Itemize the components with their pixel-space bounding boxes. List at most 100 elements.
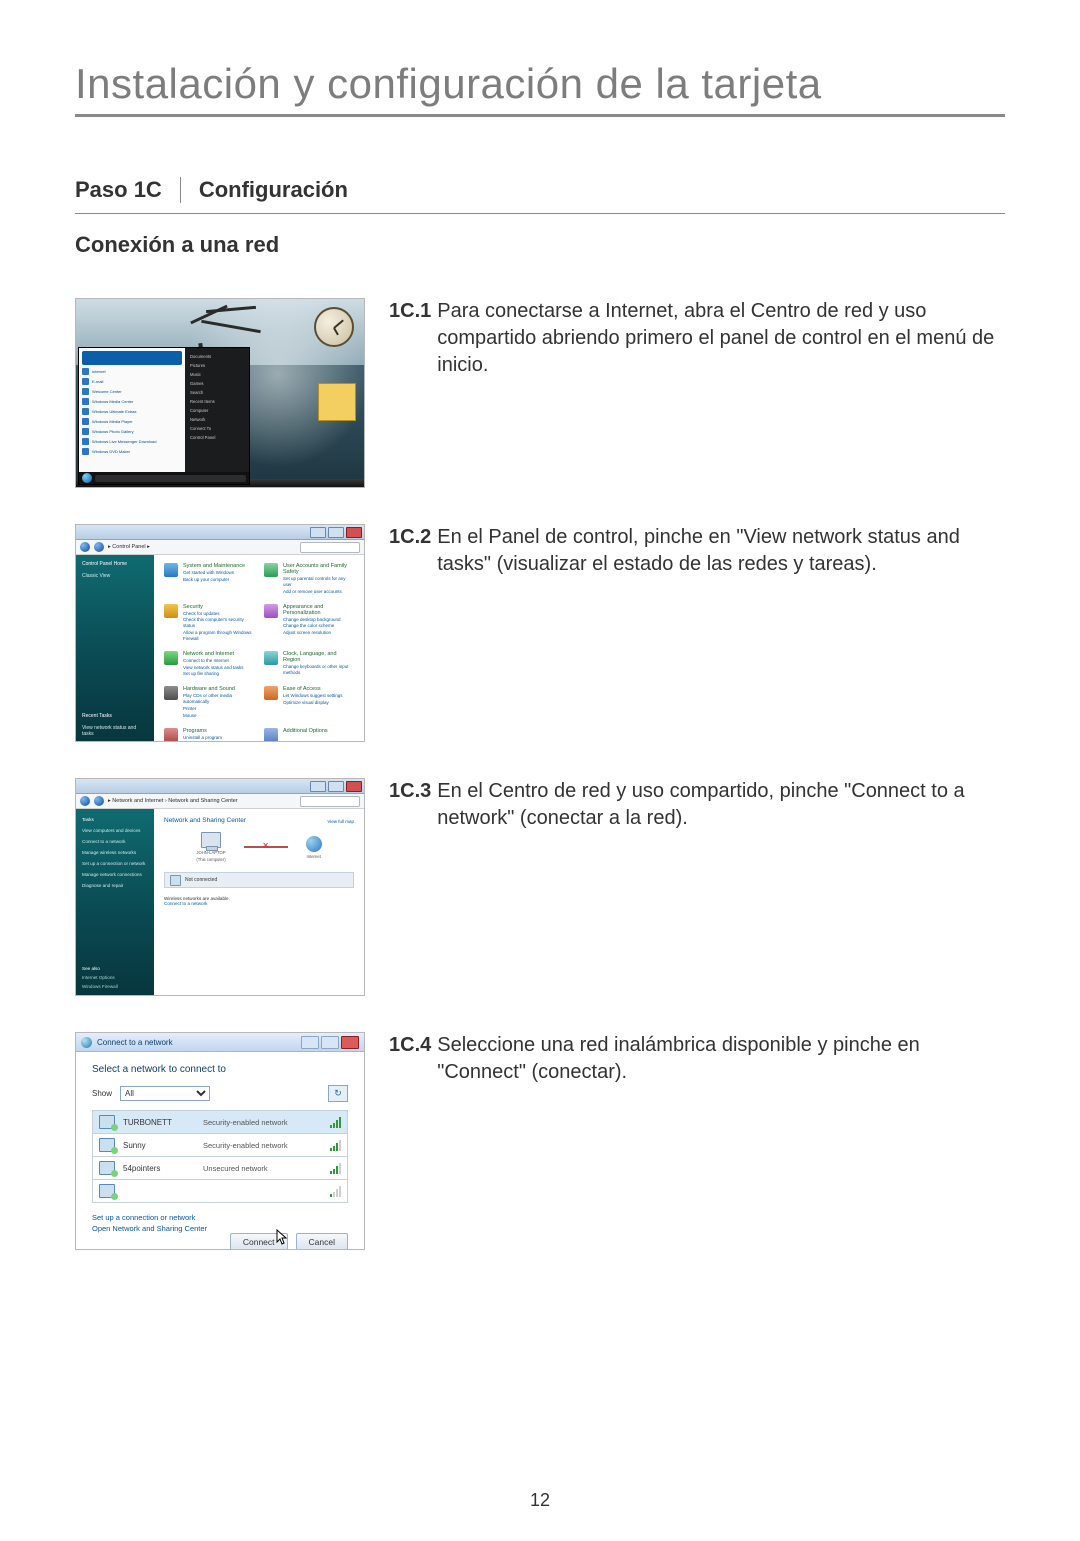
programs-icon: [164, 728, 178, 742]
instruction-number: 1C.4: [389, 1032, 431, 1086]
instruction-1c4: Connect to a network Select a network to…: [75, 1032, 1005, 1250]
close-button[interactable]: [346, 527, 362, 538]
instruction-number: 1C.2: [389, 524, 431, 578]
nsc-main: Network and Sharing Center View full map…: [154, 809, 364, 996]
sidebar-recent-tasks: Recent Tasks: [82, 713, 148, 719]
start-orb-icon: [82, 473, 92, 483]
breadcrumb[interactable]: ▸ Network and Internet › Network and Sha…: [108, 798, 238, 804]
forward-button[interactable]: [94, 542, 104, 552]
sidebar-item-setup-connection[interactable]: Set up a connection or network: [82, 861, 148, 866]
refresh-button[interactable]: ↻: [328, 1085, 348, 1102]
start-menu-bottom: [79, 472, 249, 484]
sidebar-item-windows-firewall[interactable]: Windows Firewall: [82, 984, 148, 989]
screenshot-control-panel: ▸ Control Panel ▸ Control Panel Home Cla…: [75, 524, 365, 742]
category-user-accounts[interactable]: User Accounts and Family SafetySet up pa…: [264, 563, 354, 595]
mouse-cursor-icon: [276, 1229, 286, 1243]
clock-icon: [264, 651, 278, 665]
forward-button[interactable]: [94, 796, 104, 806]
connect-to-network-link[interactable]: Connect to a network: [164, 901, 354, 906]
sidebar-item-classic-view[interactable]: Classic View: [82, 573, 148, 579]
back-button[interactable]: [80, 542, 90, 552]
breadcrumb[interactable]: ▸ Control Panel ▸: [108, 544, 150, 550]
category-hardware[interactable]: Hardware and SoundPlay CDs or other medi…: [164, 686, 254, 718]
screenshot-start-menu: Internet E-mail Welcome Center Windows M…: [75, 298, 365, 488]
instruction-number: 1C.1: [389, 298, 431, 379]
network-name: Sunny: [123, 1141, 195, 1150]
step-name: Configuración: [199, 177, 348, 203]
sidebar-item-internet-options[interactable]: Internet Options: [82, 975, 148, 980]
maximize-button[interactable]: [328, 527, 344, 538]
start-menu-user-header: [82, 351, 182, 365]
network-name: TURBONETT: [123, 1118, 195, 1127]
sidebar-item-view-computers[interactable]: View computers and devices: [82, 828, 148, 833]
network-icon: [99, 1115, 115, 1129]
back-button[interactable]: [80, 796, 90, 806]
open-nsc-link[interactable]: Open Network and Sharing Center: [92, 1224, 348, 1233]
maximize-button[interactable]: [321, 1036, 339, 1049]
network-item[interactable]: Sunny Security-enabled network: [93, 1134, 347, 1157]
close-button[interactable]: [346, 781, 362, 792]
step-label: Paso 1C: [75, 177, 162, 203]
nsc-sidebar: Tasks View computers and devices Connect…: [76, 809, 154, 996]
sidebar-item-manage-connections[interactable]: Manage network connections: [82, 872, 148, 877]
security-icon: [164, 604, 178, 618]
show-filter-select[interactable]: All: [120, 1086, 210, 1101]
category-additional[interactable]: Additional Options: [264, 728, 354, 742]
additional-options-icon: [264, 728, 278, 742]
control-panel-sidebar: Control Panel Home Classic View Recent T…: [76, 555, 154, 742]
network-item[interactable]: [93, 1180, 347, 1203]
sidebar-recent-item[interactable]: View network status and tasks: [82, 725, 148, 737]
sidebar-item-diagnose[interactable]: Diagnose and repair: [82, 883, 148, 888]
sidebar-item-home[interactable]: Control Panel Home: [82, 561, 148, 567]
window-title-bar: Connect to a network: [76, 1033, 364, 1052]
cancel-button[interactable]: Cancel: [296, 1233, 348, 1250]
instruction-1c1: Internet E-mail Welcome Center Windows M…: [75, 298, 1005, 488]
category-appearance[interactable]: Appearance and PersonalizationChange des…: [264, 604, 354, 642]
setup-connection-link[interactable]: Set up a connection or network: [92, 1213, 348, 1222]
ease-of-access-icon: [264, 686, 278, 700]
network-type: Security-enabled network: [203, 1141, 322, 1150]
maximize-button[interactable]: [328, 781, 344, 792]
sidebar-see-also: See also: [82, 966, 148, 971]
network-item[interactable]: 54pointers Unsecured network: [93, 1157, 347, 1180]
search-input[interactable]: [300, 542, 360, 553]
filter-row: Show All ↻: [92, 1085, 348, 1102]
address-bar: ▸ Network and Internet › Network and Sha…: [76, 794, 364, 809]
signal-strength-icon: [330, 1163, 341, 1174]
signal-strength-icon: [330, 1140, 341, 1151]
start-menu-right-pane: Documents Pictures Music Games Search Re…: [185, 348, 249, 484]
category-programs[interactable]: ProgramsUninstall a programChange startu…: [164, 728, 254, 742]
disconnected-icon: ✕: [262, 841, 269, 850]
dialog-buttons: Connect Cancel: [92, 1233, 348, 1250]
network-item[interactable]: TURBONETT Security-enabled network: [93, 1111, 347, 1134]
start-menu-left-pane: Internet E-mail Welcome Center Windows M…: [79, 348, 185, 484]
category-system[interactable]: System and MaintenanceGet started with W…: [164, 563, 254, 595]
sidebar-item-manage-wireless[interactable]: Manage wireless networks: [82, 850, 148, 855]
screenshot-network-sharing-center: ▸ Network and Internet › Network and Sha…: [75, 778, 365, 996]
close-button[interactable]: [341, 1036, 359, 1049]
not-connected-label: Not connected: [185, 877, 217, 883]
title-rule: [75, 114, 1005, 117]
search-input[interactable]: [300, 796, 360, 807]
category-ease-of-access[interactable]: Ease of AccessLet Windows suggest settin…: [264, 686, 354, 718]
view-full-map-link[interactable]: View full map: [327, 819, 354, 824]
category-network[interactable]: Network and InternetConnect to the Inter…: [164, 651, 254, 678]
sidebar-item-connect-network[interactable]: Connect to a network: [82, 839, 148, 844]
network-icon: [164, 651, 178, 665]
category-security[interactable]: SecurityCheck for updatesCheck this comp…: [164, 604, 254, 642]
window-title: Connect to a network: [97, 1038, 173, 1047]
hardware-icon: [164, 686, 178, 700]
signal-strength-icon: [330, 1117, 341, 1128]
minimize-button[interactable]: [310, 781, 326, 792]
step-divider: [180, 177, 181, 203]
network-type: Security-enabled network: [203, 1118, 322, 1127]
signal-strength-icon: [330, 1186, 341, 1197]
instruction-body: Para conectarse a Internet, abra el Cent…: [437, 298, 1005, 379]
network-list: TURBONETT Security-enabled network Sunny…: [92, 1110, 348, 1203]
window-title-bar: [76, 779, 364, 794]
category-clock[interactable]: Clock, Language, and RegionChange keyboa…: [264, 651, 354, 678]
minimize-button[interactable]: [301, 1036, 319, 1049]
network-icon: [99, 1138, 115, 1152]
minimize-button[interactable]: [310, 527, 326, 538]
control-panel-categories: System and MaintenanceGet started with W…: [154, 555, 364, 742]
